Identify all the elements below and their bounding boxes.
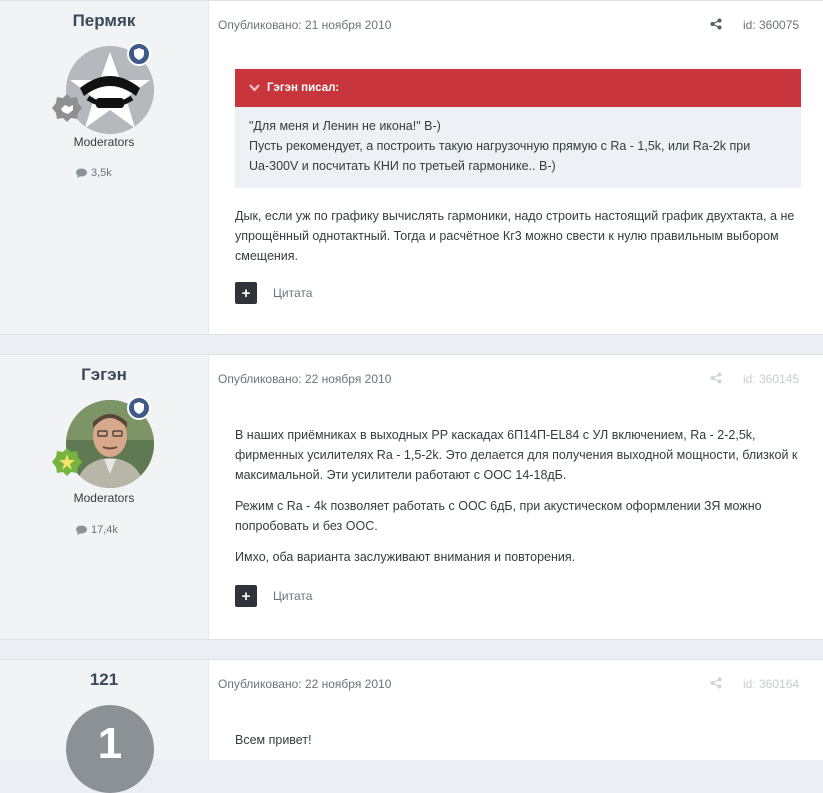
- reputation-count: 3,5k: [76, 167, 112, 179]
- rank-badge: [52, 93, 82, 123]
- reputation-count: 17,4k: [76, 524, 118, 536]
- quote-block: Гэгэн писал: "Для меня и Ленин не икона!…: [235, 69, 801, 188]
- quote-button[interactable]: Цитата: [273, 286, 312, 300]
- post-id[interactable]: id: 360145: [743, 372, 799, 386]
- share-icon: [710, 18, 722, 30]
- post-id[interactable]: id: 360164: [743, 677, 799, 691]
- quote-body: "Для меня и Ленин не икона!" B-) Пусть р…: [235, 107, 801, 188]
- reputation-value: 17,4k: [91, 524, 118, 536]
- chevron-down-icon: [249, 84, 260, 92]
- member-group: Moderators: [73, 491, 135, 505]
- share-icon: [710, 677, 722, 689]
- share-button[interactable]: [710, 676, 722, 694]
- plus-icon: +: [241, 284, 251, 302]
- quote-author: Гэгэн писал:: [267, 82, 340, 94]
- author-panel: Пермяк Moderators 3,5k: [0, 1, 209, 334]
- post-content: Дык, если уж по графику вычислять гармон…: [235, 206, 801, 277]
- rank-badge: [52, 447, 82, 477]
- shield-icon: [134, 48, 144, 60]
- post-date: Опубликовано: 21 ноября 2010: [218, 18, 392, 32]
- moderator-badge: [127, 396, 151, 420]
- star-badge-icon: [52, 448, 82, 476]
- post-id[interactable]: id: 360075: [743, 18, 799, 32]
- post-paragraph: В наших приёмниках в выходных РР каскада…: [235, 428, 798, 482]
- quote-line: "Для меня и Ленин не икона!" B-): [249, 119, 441, 133]
- comment-icon: [76, 168, 87, 178]
- multiquote-button[interactable]: +: [235, 282, 257, 304]
- share-button[interactable]: [710, 371, 722, 389]
- post: 121 1 Опубликовано: 22 ноября 2010 id: 3…: [0, 659, 823, 793]
- share-button[interactable]: [710, 17, 722, 35]
- handshake-badge-icon: [52, 94, 82, 122]
- reputation-value: 3,5k: [91, 167, 112, 179]
- author-panel: Гэгэн Moderators 17,4k: [0, 355, 209, 639]
- post-paragraph: Всем привет!: [235, 733, 312, 747]
- quote-line: Ua-300V и посчитать КНИ по третьей гармо…: [249, 159, 556, 173]
- avatar-letter: 1: [97, 719, 123, 768]
- share-icon: [710, 372, 722, 384]
- post-paragraph: Режим с Ra - 4k позволяет работать с ООС…: [235, 499, 762, 533]
- shield-icon: [134, 402, 144, 414]
- post-date: Опубликовано: 22 ноября 2010: [218, 677, 392, 691]
- author-name[interactable]: 121: [0, 670, 208, 690]
- post-content: В наших приёмниках в выходных РР каскада…: [235, 425, 801, 578]
- post: Пермяк Moderators 3,5k Опубликовано: 21 …: [0, 0, 823, 335]
- post-date: Опубликовано: 22 ноября 2010: [218, 372, 392, 386]
- author-name[interactable]: Пермяк: [0, 11, 208, 31]
- moderator-badge: [127, 42, 151, 66]
- quote-button[interactable]: Цитата: [273, 589, 312, 603]
- member-group: Moderators: [73, 135, 135, 149]
- comment-icon: [76, 525, 87, 535]
- avatar[interactable]: 1: [66, 705, 154, 793]
- quote-line: Пусть рекомендует, а построить такую наг…: [249, 139, 751, 153]
- author-name[interactable]: Гэгэн: [0, 365, 208, 385]
- plus-icon: +: [241, 587, 251, 605]
- post-paragraph: Имхо, оба варианта заслуживают внимания …: [235, 550, 576, 564]
- post: Гэгэн Moderators 17,4k Опубликовано: 22 …: [0, 354, 823, 640]
- post-paragraph: Дык, если уж по графику вычислять гармон…: [235, 209, 795, 263]
- multiquote-button[interactable]: +: [235, 585, 257, 607]
- post-content: Всем привет!: [235, 730, 801, 761]
- quote-header[interactable]: Гэгэн писал:: [235, 69, 801, 107]
- author-panel: 121 1: [0, 660, 209, 793]
